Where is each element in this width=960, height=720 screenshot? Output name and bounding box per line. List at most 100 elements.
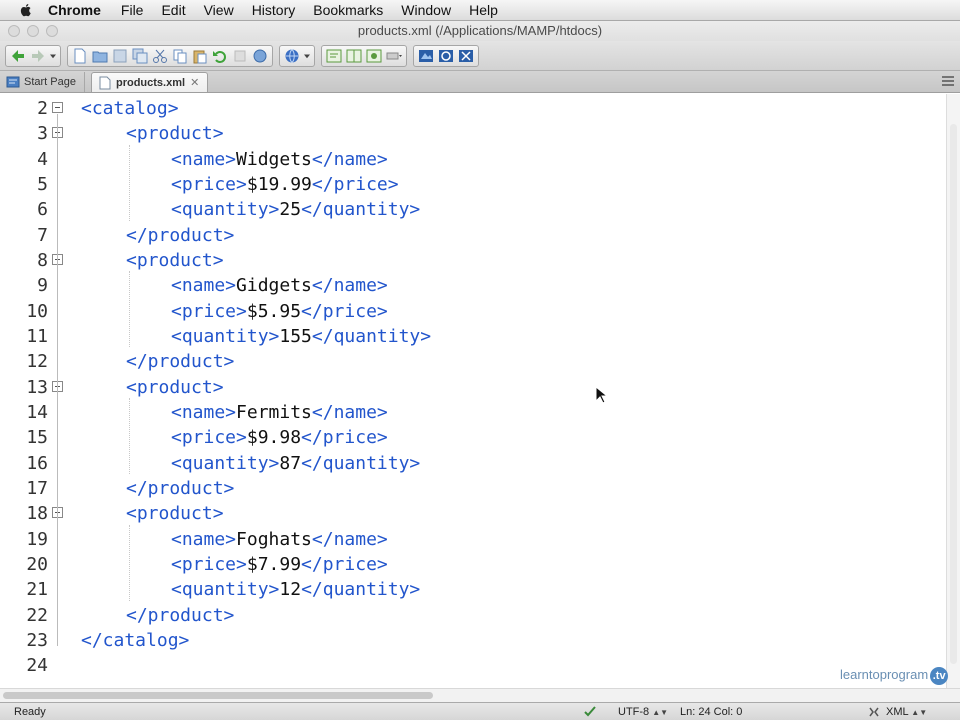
- closing-tag: </price>: [301, 427, 388, 449]
- save-all-icon: [132, 48, 148, 63]
- browser-dropdown-button[interactable]: [302, 47, 312, 65]
- ftp-button[interactable]: [416, 47, 436, 65]
- menu-view[interactable]: View: [204, 0, 234, 21]
- vertical-scroll-thumb[interactable]: [950, 124, 957, 664]
- spellcheck-icon[interactable]: [584, 706, 598, 718]
- save-all-button[interactable]: [130, 47, 150, 65]
- redo-button[interactable]: [230, 47, 250, 65]
- cursor-position: Ln: 24 Col: 0: [680, 705, 743, 718]
- watermark-badge: .tv: [930, 667, 949, 685]
- element-value: 25: [279, 199, 302, 221]
- code-line[interactable]: 10 <price>$5.95</price>: [0, 299, 940, 324]
- language-selector[interactable]: XML ▲▼: [886, 706, 927, 718]
- code-line[interactable]: 20 <price>$7.99</price>: [0, 552, 940, 577]
- back-button[interactable]: [8, 47, 28, 65]
- zoom-window-button[interactable]: [46, 25, 58, 37]
- layout-dropdown-button[interactable]: [384, 47, 404, 65]
- line-number: 23: [26, 629, 48, 651]
- opening-tag: <quantity>: [171, 579, 280, 601]
- menu-bookmarks[interactable]: Bookmarks: [313, 0, 383, 21]
- browser-preview-button[interactable]: [282, 47, 302, 65]
- menu-history[interactable]: History: [252, 0, 296, 21]
- design-view-button[interactable]: [364, 47, 384, 65]
- code-text: <quantity>12</quantity>: [171, 577, 420, 602]
- code-line[interactable]: 24: [0, 653, 940, 678]
- globe-icon: [285, 48, 299, 63]
- code-line[interactable]: 19 <name>Foghats</name>: [0, 527, 940, 552]
- tab-products-xml[interactable]: products.xml ✕: [90, 72, 209, 92]
- code-line[interactable]: 8 <product>: [0, 248, 940, 273]
- open-folder-button[interactable]: [90, 47, 110, 65]
- sync-icon: [439, 49, 453, 62]
- opening-tag: <product>: [126, 503, 224, 525]
- line-number: 11: [26, 325, 48, 347]
- minimize-window-button[interactable]: [27, 25, 39, 37]
- nav-dropdown-button[interactable]: [48, 47, 58, 65]
- paste-button[interactable]: [190, 47, 210, 65]
- vertical-scrollbar[interactable]: [946, 94, 960, 688]
- code-text: <name>Fermits</name>: [171, 400, 388, 425]
- closing-tag: </price>: [301, 553, 388, 575]
- code-line[interactable]: 14 <name>Fermits</name>: [0, 400, 940, 425]
- element-value: 12: [279, 579, 302, 601]
- code-line[interactable]: 9 <name>Gidgets</name>: [0, 273, 940, 298]
- code-line[interactable]: 4 <name>Widgets</name>: [0, 147, 940, 172]
- copy-button[interactable]: [170, 47, 190, 65]
- line-number: 14: [26, 401, 48, 423]
- code-line[interactable]: 21 <quantity>12</quantity>: [0, 577, 940, 602]
- new-file-button[interactable]: [70, 47, 90, 65]
- code-line[interactable]: 22 </product>: [0, 603, 940, 628]
- line-number: 10: [26, 300, 48, 322]
- apple-icon[interactable]: [18, 2, 34, 18]
- undo-button[interactable]: [210, 47, 230, 65]
- code-text: <quantity>25</quantity>: [171, 197, 420, 222]
- menu-file[interactable]: File: [121, 0, 144, 21]
- code-text: <price>$9.98</price>: [171, 425, 388, 450]
- menu-window[interactable]: Window: [401, 0, 451, 21]
- code-line[interactable]: 6 <quantity>25</quantity>: [0, 197, 940, 222]
- menu-app-chrome[interactable]: Chrome: [48, 0, 101, 21]
- horizontal-scrollbar[interactable]: [0, 688, 960, 702]
- tab-start-page[interactable]: Start Page: [0, 72, 85, 92]
- tools-button-group: [413, 44, 479, 67]
- code-line[interactable]: 7 </product>: [0, 223, 940, 248]
- code-line[interactable]: 16 <quantity>87</quantity>: [0, 451, 940, 476]
- tab-list-icon[interactable]: [942, 76, 954, 86]
- code-line[interactable]: 18 <product>: [0, 501, 940, 526]
- code-line[interactable]: 23 </catalog>: [0, 628, 940, 653]
- close-window-button[interactable]: [8, 25, 20, 37]
- code-line[interactable]: 12 </product>: [0, 349, 940, 374]
- code-view-button[interactable]: [324, 47, 344, 65]
- opening-tag: <product>: [126, 123, 224, 145]
- code-editor[interactable]: 2 <catalog> 3 <product> 4 <name>Widgets</name…: [0, 94, 946, 688]
- horizontal-scroll-thumb[interactable]: [3, 692, 433, 699]
- menu-edit[interactable]: Edit: [161, 0, 185, 21]
- close-tab-icon[interactable]: ✕: [190, 76, 199, 89]
- validate-button[interactable]: [456, 47, 476, 65]
- sync-button[interactable]: [436, 47, 456, 65]
- element-value: Widgets: [236, 148, 312, 170]
- opening-tag: </product>: [126, 351, 235, 373]
- menu-help[interactable]: Help: [469, 0, 498, 21]
- save-button[interactable]: [110, 47, 130, 65]
- closing-tag: </quantity>: [311, 325, 432, 347]
- code-text: <name>Widgets</name>: [171, 147, 388, 172]
- code-line[interactable]: 13 <product>: [0, 375, 940, 400]
- opening-tag: <price>: [171, 173, 247, 195]
- cut-button[interactable]: [150, 47, 170, 65]
- code-text: <name>Foghats</name>: [171, 527, 388, 552]
- code-line[interactable]: 11 <quantity>155</quantity>: [0, 324, 940, 349]
- code-line[interactable]: 2 <catalog>: [0, 96, 940, 121]
- code-line[interactable]: 17 </product>: [0, 476, 940, 501]
- split-view-button[interactable]: [344, 47, 364, 65]
- forward-button[interactable]: [28, 47, 48, 65]
- encoding-label: UTF-8: [618, 705, 650, 718]
- line-number: 13: [26, 376, 48, 398]
- code-line[interactable]: 5 <price>$19.99</price>: [0, 172, 940, 197]
- code-line[interactable]: 15 <price>$9.98</price>: [0, 425, 940, 450]
- encoding-selector[interactable]: UTF-8 ▲▼: [618, 706, 668, 718]
- line-number: 21: [26, 579, 48, 601]
- preview-button[interactable]: [250, 47, 270, 65]
- code-line[interactable]: 3 <product>: [0, 121, 940, 146]
- fold-toggle-icon[interactable]: [52, 102, 63, 113]
